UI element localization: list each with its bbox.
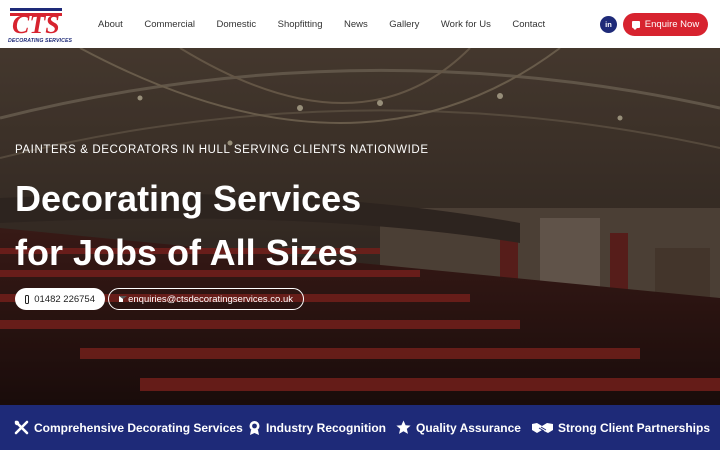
enquire-now-label: Enquire Now (644, 19, 700, 30)
tools-icon (14, 420, 29, 435)
headline-line-1: Decorating Services (15, 178, 362, 219)
feature-comprehensive-services: Comprehensive Decorating Services (14, 405, 243, 450)
hero-tagline: PAINTERS & DECORATORS IN HULL SERVING CL… (15, 144, 429, 156)
headline-line-2: for Jobs of All Sizes (15, 232, 358, 273)
feature-industry-recognition: Industry Recognition (248, 405, 386, 450)
envelope-icon (119, 296, 128, 302)
nav-item-work-for-us[interactable]: Work for Us (441, 19, 491, 30)
feature-label: Quality Assurance (416, 420, 521, 435)
feature-label: Strong Client Partnerships (558, 420, 711, 435)
chat-icon (631, 21, 640, 30)
logo-letters: CTS (12, 10, 60, 37)
feature-quality-assurance: Quality Assurance (396, 405, 521, 450)
logo[interactable]: CTS DECORATING SERVICES (8, 5, 73, 45)
linkedin-icon[interactable]: in (600, 16, 617, 33)
features-bar: Comprehensive Decorating Services Indust… (0, 405, 720, 450)
phone-button[interactable]: 01482 226754 (15, 288, 105, 310)
email-address: enquiries@ctsdecoratingservices.co.uk (128, 293, 293, 305)
mobile-phone-icon (25, 294, 30, 304)
nav-item-shopfitting[interactable]: Shopfitting (278, 19, 323, 30)
star-icon (396, 420, 411, 434)
nav-item-commercial[interactable]: Commercial (144, 19, 195, 30)
award-icon (249, 420, 260, 435)
main-nav: About Commercial Domestic Shopfitting Ne… (98, 0, 567, 48)
nav-item-gallery[interactable]: Gallery (389, 19, 419, 30)
hero-headline: Decorating Services for Jobs of All Size… (15, 172, 361, 280)
nav-item-news[interactable]: News (344, 19, 368, 30)
logo-subtitle: DECORATING SERVICES (8, 38, 73, 44)
nav-item-domestic[interactable]: Domestic (217, 19, 257, 30)
email-button[interactable]: enquiries@ctsdecoratingservices.co.uk (108, 288, 304, 310)
nav-item-contact[interactable]: Contact (512, 19, 545, 30)
feature-label: Industry Recognition (266, 420, 386, 435)
phone-number: 01482 226754 (34, 293, 95, 305)
enquire-now-button[interactable]: Enquire Now (623, 13, 708, 36)
site-header: CTS DECORATING SERVICES About Commercial… (0, 0, 720, 48)
feature-client-partnerships: Strong Client Partnerships (532, 405, 710, 450)
nav-item-about[interactable]: About (98, 19, 123, 30)
hero-section: PAINTERS & DECORATORS IN HULL SERVING CL… (0, 48, 720, 405)
cts-logo-icon: CTS (10, 8, 62, 37)
handshake-icon (532, 422, 553, 433)
feature-label: Comprehensive Decorating Services (34, 420, 243, 435)
